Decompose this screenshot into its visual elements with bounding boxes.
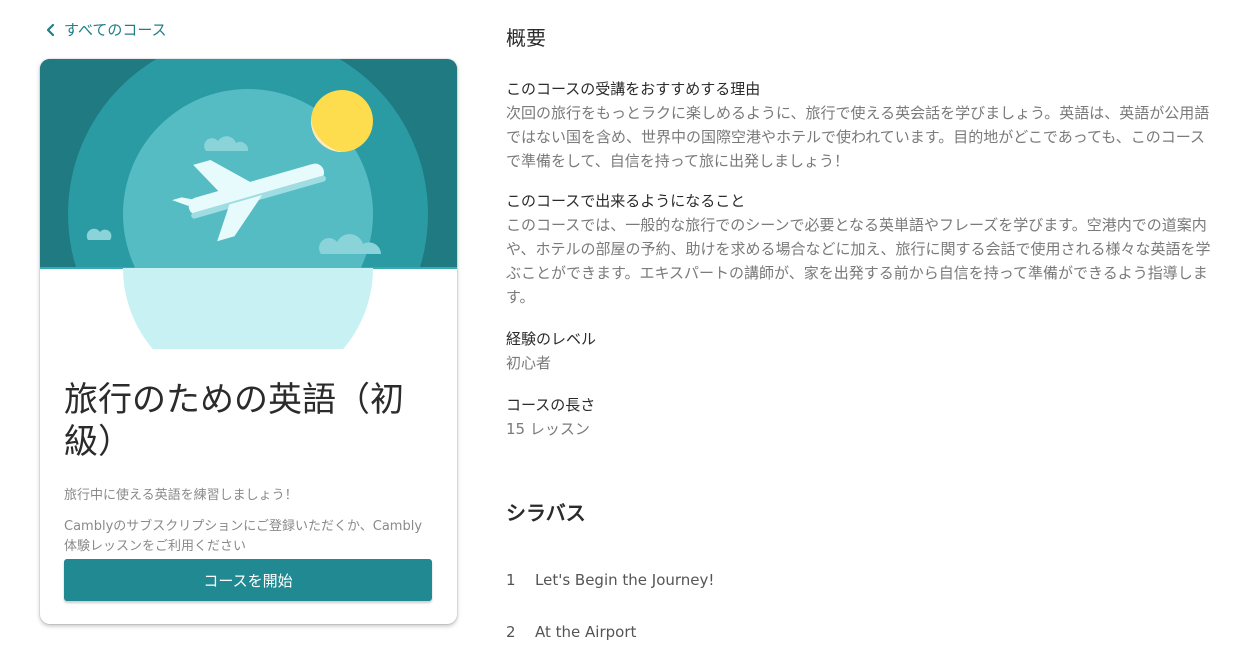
overview-block-length: コースの長さ 15 レッスン xyxy=(506,395,1216,441)
back-link-label: すべてのコース xyxy=(64,21,167,39)
syllabus-item-label: At the Airport xyxy=(535,623,637,641)
overview-block-title: コースの長さ xyxy=(506,396,596,414)
back-to-all-courses-link[interactable]: すべてのコース xyxy=(46,19,167,40)
course-subtitle: 旅行中に使える英語を練習しましょう！ xyxy=(64,488,298,503)
chevron-left-icon xyxy=(46,23,55,36)
course-card-body: 旅行のための英語（初級） 旅行中に使える英語を練習しましょう！ Camblyのサ… xyxy=(64,379,434,557)
overview-section: 概要 このコースの受講をおすすめする理由 次回の旅行をもっとラクに楽しめるように… xyxy=(506,22,1216,441)
overview-block-title: このコースで出来るようになること xyxy=(506,192,746,210)
overview-block-title: このコースの受講をおすすめする理由 xyxy=(506,80,761,98)
syllabus-heading: シラバス xyxy=(506,501,586,525)
syllabus-item-label: Let's Begin the Journey! xyxy=(535,571,715,589)
airplane-illustration-icon xyxy=(40,59,457,349)
overview-block-level: 経験のレベル 初心者 xyxy=(506,329,1216,375)
overview-heading: 概要 xyxy=(506,26,546,50)
overview-block-outcomes: このコースで出来るようになること このコースでは、一般的な旅行でのシーンで必要と… xyxy=(506,191,1216,309)
overview-block-body: 次回の旅行をもっとラクに楽しめるように、旅行で使える英会話を学びましょう。英語は… xyxy=(506,104,1210,170)
course-card: 旅行のための英語（初級） 旅行中に使える英語を練習しましょう！ Camblyのサ… xyxy=(40,59,457,624)
overview-block-body: このコースでは、一般的な旅行でのシーンで必要となる英単語やフレーズを学びます。空… xyxy=(506,216,1211,306)
overview-block-title: 経験のレベル xyxy=(506,330,597,348)
subscription-note: Camblyのサブスクリプションにご登録いただくか、Cambly体験レッスンをご… xyxy=(64,519,423,554)
syllabus-item-number: 2 xyxy=(506,623,516,641)
course-title: 旅行のための英語（初級） xyxy=(64,380,404,462)
course-detail-page: すべてのコース 旅行のための英語（初級） 旅行中に使える英語を練習しましょう！ … xyxy=(0,0,1249,649)
syllabus-item-number: 1 xyxy=(506,571,516,589)
syllabus-item[interactable]: 1 Let's Begin the Journey! xyxy=(506,571,714,589)
start-course-button[interactable]: コースを開始 xyxy=(64,559,432,601)
overview-block-body: 15 レッスン xyxy=(506,420,590,438)
overview-block-body: 初心者 xyxy=(506,354,552,372)
overview-block-reason: このコースの受講をおすすめする理由 次回の旅行をもっとラクに楽しめるように、旅行… xyxy=(506,79,1216,173)
syllabus-item[interactable]: 2 At the Airport xyxy=(506,623,636,641)
